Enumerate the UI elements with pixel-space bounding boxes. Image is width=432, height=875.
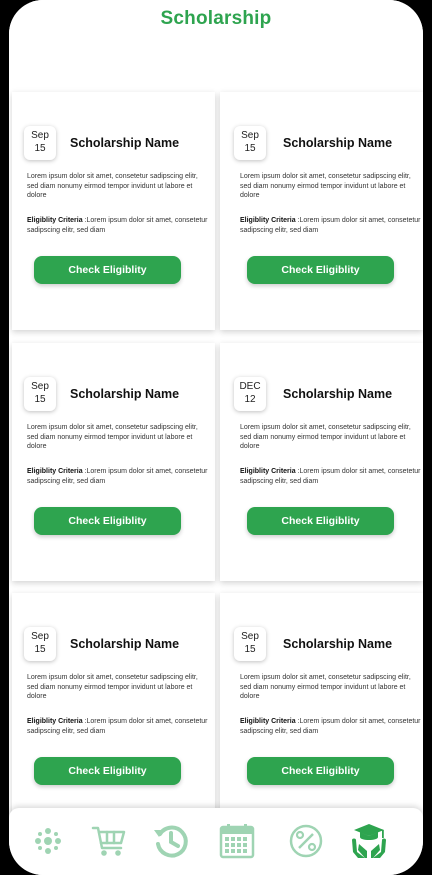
phone-screen: Scholarship Sep 15 Scholarship Name Lore… [9,0,423,875]
scholarship-name: Scholarship Name [283,136,393,150]
date-day: 15 [244,143,256,154]
scholarship-name: Scholarship Name [70,637,180,651]
check-eligibility-button[interactable]: Check Eligiblity [34,757,181,785]
criteria-label: Eligiblity Criteria [27,718,83,725]
date-badge: Sep 15 [24,627,56,661]
check-eligibility-button[interactable]: Check Eligiblity [34,256,181,284]
date-badge: Sep 15 [24,377,56,411]
date-day: 15 [244,644,256,655]
date-badge: DEC 12 [234,377,266,411]
eligibility-criteria: Eligiblity Criteria :Lorem ipsum dolor s… [27,717,212,736]
scholarship-card: Sep 15 Scholarship Name Lorem ipsum dolo… [12,92,215,330]
scholarship-name: Scholarship Name [70,387,180,401]
scholarship-description: Lorem ipsum dolor sit amet, consetetur s… [27,674,198,700]
date-month: Sep [31,631,49,642]
check-eligibility-button[interactable]: Check Eligiblity [247,757,394,785]
scholarship-description: Lorem ipsum dolor sit amet, consetetur s… [27,173,198,199]
date-badge: Sep 15 [234,126,266,160]
check-eligibility-button[interactable]: Check Eligiblity [34,507,181,535]
discount-icon[interactable] [287,822,325,860]
page-title: Scholarship [160,8,272,29]
criteria-label: Eligiblity Criteria [27,217,83,224]
date-badge: Sep 15 [24,126,56,160]
history-icon[interactable] [152,822,190,860]
date-day: 15 [34,394,46,405]
scholarship-description: Lorem ipsum dolor sit amet, consetetur s… [240,424,411,450]
scholarship-name: Scholarship Name [283,387,393,401]
date-month: DEC [239,381,261,392]
eligibility-criteria: Eligiblity Criteria :Lorem ipsum dolor s… [240,216,423,235]
eligibility-criteria: Eligiblity Criteria :Lorem ipsum dolor s… [240,717,423,736]
cart-icon[interactable] [90,822,128,860]
scholarship-name: Scholarship Name [283,637,393,651]
scholarship-card: Sep 15 Scholarship Name Lorem ipsum dolo… [12,343,215,581]
date-month: Sep [241,631,259,642]
criteria-label: Eligiblity Criteria [27,468,83,475]
scholarship-icon[interactable] [350,822,388,860]
scholarship-name: Scholarship Name [70,136,180,150]
date-month: Sep [241,130,259,141]
bottom-navigation [9,808,423,875]
date-badge: Sep 15 [234,627,266,661]
scholarship-description: Lorem ipsum dolor sit amet, consetetur s… [240,674,411,700]
eligibility-criteria: Eligiblity Criteria :Lorem ipsum dolor s… [27,216,212,235]
scholarship-card: Sep 15 Scholarship Name Lorem ipsum dolo… [220,92,423,330]
network-icon[interactable] [29,822,67,860]
scholarship-card: Sep 15 Scholarship Name Lorem ipsum dolo… [220,593,423,831]
date-day: 12 [244,394,256,405]
scholarship-card: Sep 15 Scholarship Name Lorem ipsum dolo… [12,593,215,831]
scholarship-card: DEC 12 Scholarship Name Lorem ipsum dolo… [220,343,423,581]
scholarship-description: Lorem ipsum dolor sit amet, consetetur s… [240,173,411,199]
eligibility-criteria: Eligiblity Criteria :Lorem ipsum dolor s… [27,467,212,486]
scholarship-description: Lorem ipsum dolor sit amet, consetetur s… [27,424,198,450]
criteria-label: Eligiblity Criteria [240,718,296,725]
date-day: 15 [34,644,46,655]
calendar-icon[interactable] [218,822,256,860]
criteria-label: Eligiblity Criteria [240,468,296,475]
date-day: 15 [34,143,46,154]
header: Scholarship [9,0,423,80]
check-eligibility-button[interactable]: Check Eligiblity [247,507,394,535]
date-month: Sep [31,381,49,392]
eligibility-criteria: Eligiblity Criteria :Lorem ipsum dolor s… [240,467,423,486]
date-month: Sep [31,130,49,141]
criteria-label: Eligiblity Criteria [240,217,296,224]
check-eligibility-button[interactable]: Check Eligiblity [247,256,394,284]
